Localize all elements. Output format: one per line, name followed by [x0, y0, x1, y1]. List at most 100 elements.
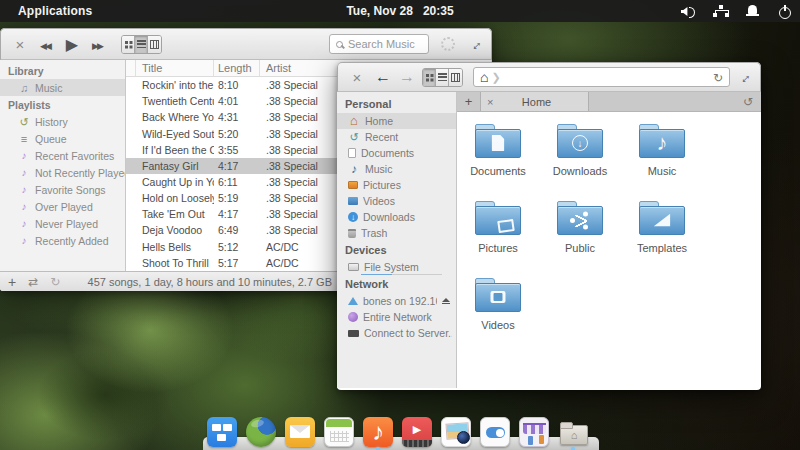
folder-icon — [475, 278, 521, 312]
home-icon[interactable] — [480, 68, 488, 86]
notifications-icon[interactable] — [745, 4, 761, 18]
sidebar-item[interactable]: Downloads — [337, 209, 456, 225]
sidebar-item[interactable]: Videos — [337, 193, 456, 209]
playlist-item[interactable]: Recently Added — [0, 232, 125, 249]
column-view-icon[interactable] — [148, 36, 161, 53]
sidebar-item[interactable]: Documents — [337, 145, 456, 161]
item-label: Connect to Server... — [364, 327, 452, 339]
network-item[interactable]: Entire Network — [337, 309, 456, 325]
applications-menu[interactable]: Applications — [18, 4, 92, 18]
folder-item[interactable]: Documents — [457, 122, 539, 199]
folder-item[interactable]: Public — [539, 199, 621, 276]
folder-label: Downloads — [553, 165, 607, 177]
network-item[interactable]: bones on 192.168.1... — [337, 293, 456, 309]
dock-item[interactable] — [558, 417, 588, 447]
grid-view-icon[interactable] — [423, 69, 436, 86]
playlist-item[interactable]: Queue — [0, 130, 125, 147]
next-button[interactable] — [87, 35, 109, 53]
list-view-icon[interactable] — [436, 69, 449, 86]
sidebar-item[interactable]: Trash — [337, 225, 456, 241]
dock-item[interactable] — [246, 417, 276, 447]
column-view-icon[interactable] — [449, 69, 462, 86]
dock-item[interactable] — [441, 417, 471, 447]
fullscreen-icon[interactable] — [733, 66, 756, 89]
sidebar-item[interactable]: Pictures — [337, 177, 456, 193]
search-input[interactable]: Search Music — [329, 34, 429, 54]
sidebar-item[interactable]: Music — [0, 79, 125, 96]
eject-icon[interactable] — [442, 298, 452, 305]
dock-item[interactable] — [324, 417, 354, 447]
song-length: 5:12 — [214, 241, 260, 253]
chevron-icon: ❯ — [491, 71, 500, 84]
tab-home[interactable]: ×Home — [481, 92, 589, 111]
item-label: Videos — [363, 195, 452, 207]
dock-icon-mail — [285, 417, 315, 447]
shuffle-icon[interactable] — [28, 275, 38, 289]
network-icon[interactable] — [713, 4, 729, 18]
folder-item[interactable]: Videos — [457, 276, 539, 353]
item-icon — [348, 148, 356, 158]
playlist-item[interactable]: Favorite Songs — [0, 181, 125, 198]
playlist-item[interactable]: Never Played — [0, 215, 125, 232]
close-icon[interactable]: × — [9, 37, 31, 52]
add-playlist-icon[interactable] — [8, 274, 16, 290]
power-icon[interactable] — [777, 4, 793, 18]
item-label: Recent — [365, 131, 452, 143]
repeat-icon[interactable] — [50, 275, 60, 289]
playlist-item[interactable]: Over Played — [0, 198, 125, 215]
playlist-item[interactable]: History — [0, 113, 125, 130]
folder-item[interactable]: Music — [621, 122, 703, 199]
dock-item[interactable] — [519, 417, 549, 447]
grid-view-icon[interactable] — [122, 36, 135, 53]
column-title[interactable]: Title — [136, 60, 214, 76]
sidebar-item[interactable]: Music — [337, 161, 456, 177]
clock[interactable]: Tue, Nov 2820:35 — [346, 4, 453, 18]
files-toolbar: × ❯ — [337, 62, 761, 92]
folder-glyph-icon — [491, 291, 506, 303]
refresh-icon[interactable] — [713, 68, 723, 86]
song-length: 3:55 — [214, 144, 260, 156]
close-icon[interactable]: × — [346, 70, 368, 85]
list-view-icon[interactable] — [135, 36, 148, 53]
dock-item[interactable] — [480, 417, 510, 447]
dock-item[interactable] — [207, 417, 237, 447]
forward-icon[interactable] — [398, 68, 416, 86]
folder-item[interactable]: Downloads — [539, 122, 621, 199]
play-button[interactable] — [61, 35, 83, 54]
history-icon[interactable] — [743, 95, 753, 109]
song-title: Deja Voodoo — [136, 224, 214, 236]
dock-icon-appcenter — [519, 417, 549, 447]
network-item[interactable]: Connect to Server... — [337, 325, 456, 341]
dock-item[interactable] — [363, 417, 393, 447]
item-label: Queue — [35, 133, 67, 145]
sidebar-item[interactable]: Home — [337, 113, 456, 129]
tab-close-icon[interactable]: × — [487, 96, 501, 108]
fullscreen-icon[interactable] — [464, 33, 487, 56]
item-label: bones on 192.168.1... — [363, 295, 437, 307]
playlist-item[interactable]: Not Recently Played — [0, 164, 125, 181]
sidebar-item[interactable]: Recent — [337, 129, 456, 145]
song-length: 5:19 — [214, 192, 260, 204]
song-title: Hells Bells — [136, 241, 214, 253]
song-title: Take 'Em Out — [136, 208, 214, 220]
column-length[interactable]: Length — [214, 60, 260, 76]
folder-item[interactable]: Pictures — [457, 199, 539, 276]
dock-item[interactable] — [285, 417, 315, 447]
path-bar[interactable]: ❯ — [473, 67, 730, 87]
device-item[interactable]: File System — [337, 259, 456, 275]
gear-icon[interactable] — [441, 37, 455, 51]
folder-item[interactable]: Templates — [621, 199, 703, 276]
folder-glyph-icon — [492, 135, 505, 151]
folder-label: Music — [648, 165, 677, 177]
new-tab-button[interactable]: + — [457, 92, 481, 111]
volume-icon[interactable] — [681, 4, 697, 18]
song-title: Hold on Loosely — [136, 192, 214, 204]
folder-icon — [475, 124, 521, 158]
dock-icon-videos — [402, 417, 432, 447]
item-icon — [348, 163, 360, 175]
playlist-item[interactable]: Recent Favorites — [0, 147, 125, 164]
back-icon[interactable] — [374, 68, 392, 86]
previous-button[interactable] — [35, 35, 57, 53]
item-label: Music — [365, 163, 452, 175]
dock-item[interactable] — [402, 417, 432, 447]
